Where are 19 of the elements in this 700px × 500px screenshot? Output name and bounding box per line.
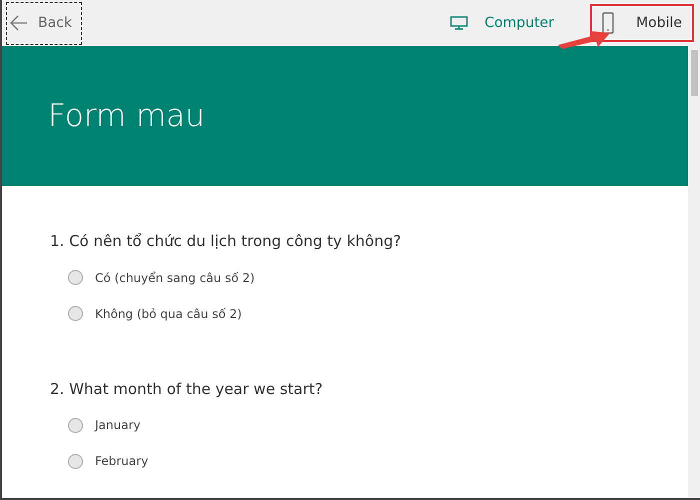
option-label: February [95,453,148,470]
radio-button[interactable] [68,418,83,432]
pointer-arrow-icon [556,28,612,50]
mobile-view-button[interactable]: Mobile [590,4,694,42]
radio-button[interactable] [68,306,83,321]
option-label: Có (chuyển sang câu số 2) [95,270,255,286]
option-label: January [95,417,140,434]
phone-icon [602,12,614,34]
form-title: Form mau [48,96,205,136]
radio-button[interactable] [68,270,83,285]
back-arrow-icon [10,15,28,31]
computer-view-button[interactable]: Computer [450,12,554,34]
radio-button[interactable] [68,454,83,468]
back-button[interactable]: Back [6,2,82,44]
question-text: 1. Có nên tổ chức du lịch trong công ty không? [50,231,402,252]
monitor-icon [450,16,468,30]
scrollbar[interactable] [688,46,700,498]
question-text: 2. What month of the year we start? [50,378,324,400]
option-label: Không (bỏ qua câu số 2) [95,306,242,322]
